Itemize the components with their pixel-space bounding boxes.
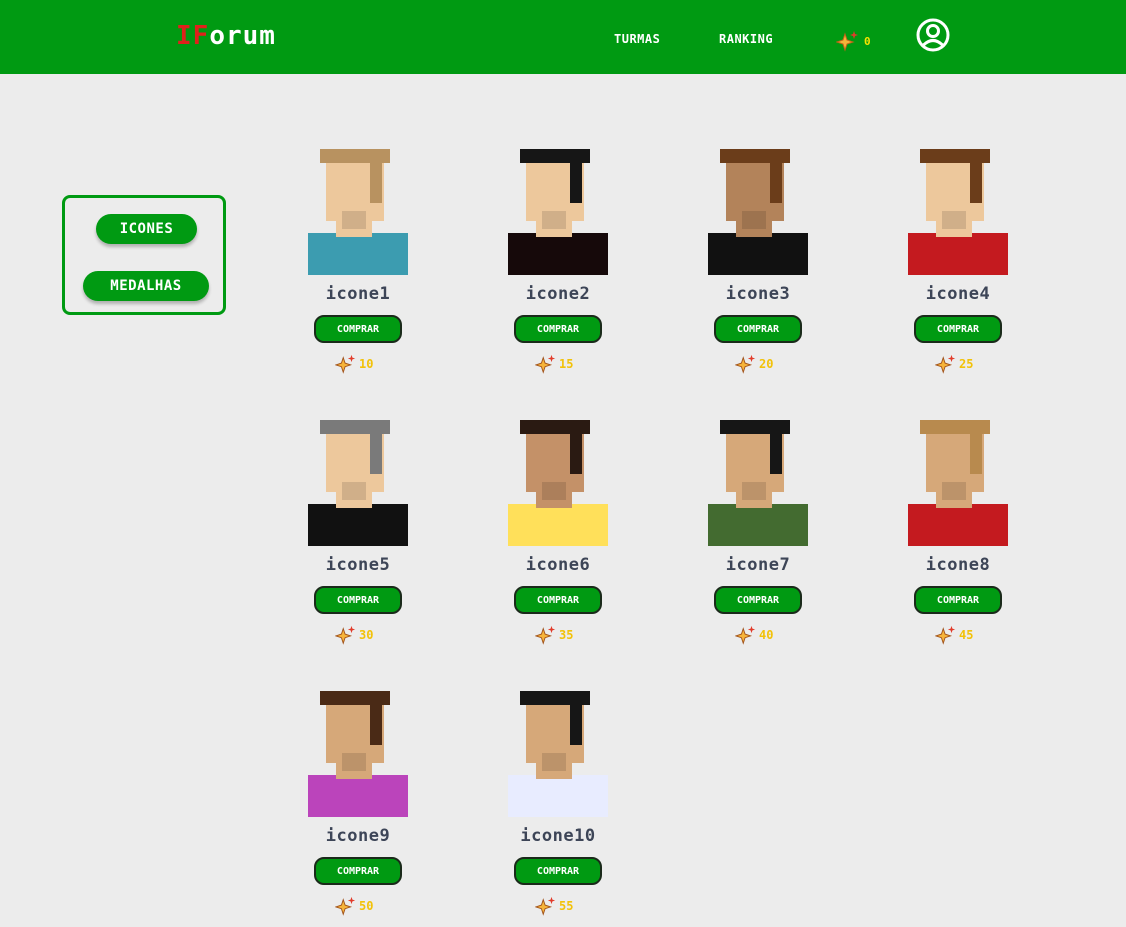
comprar-button[interactable]: COMPRAR [314, 857, 402, 885]
sparkle-icon [735, 354, 756, 374]
icon-name: icone4 [925, 284, 991, 304]
coin-balance: 0 [836, 28, 871, 54]
avatar-image [508, 149, 608, 275]
icon-card: icone1 COMPRAR 10 [258, 145, 458, 385]
icon-card: icone7 COMPRAR 40 [658, 416, 858, 656]
avatar-image [908, 149, 1008, 275]
comprar-button[interactable]: COMPRAR [914, 586, 1002, 614]
price-tag: 55 [535, 895, 573, 917]
sparkle-icon [335, 625, 356, 645]
avatar-image [708, 149, 808, 275]
avatar-image [908, 420, 1008, 546]
sparkle-icon [836, 31, 858, 52]
sparkle-icon [535, 354, 556, 374]
price-tag: 45 [935, 624, 973, 646]
icon-name: icone8 [925, 555, 991, 575]
comprar-button[interactable]: COMPRAR [714, 586, 802, 614]
avatar-image [308, 149, 408, 275]
price-value: 10 [359, 357, 374, 371]
nav-ranking-link[interactable]: RANKING [719, 30, 773, 48]
comprar-button[interactable]: COMPRAR [514, 857, 602, 885]
comprar-button[interactable]: COMPRAR [314, 315, 402, 343]
icon-name: icone6 [525, 555, 591, 575]
price-value: 25 [959, 357, 974, 371]
icon-card: icone5 COMPRAR 30 [258, 416, 458, 656]
avatar-image [708, 420, 808, 546]
avatar-image [508, 420, 608, 546]
price-tag: 10 [335, 353, 373, 375]
balance-value: 0 [864, 34, 871, 48]
price-value: 55 [559, 899, 574, 913]
medalhas-button[interactable]: MEDALHAS [83, 271, 209, 301]
icon-card: icone10 COMPRAR 55 [458, 687, 658, 927]
icon-name: icone7 [725, 555, 791, 575]
icon-card: icone2 COMPRAR 15 [458, 145, 658, 385]
icon-name: icone1 [325, 284, 391, 304]
icon-name: icone5 [325, 555, 391, 575]
comprar-button[interactable]: COMPRAR [714, 315, 802, 343]
icones-button[interactable]: ICONES [96, 214, 197, 244]
price-value: 30 [359, 628, 374, 642]
comprar-button[interactable]: COMPRAR [514, 586, 602, 614]
sparkle-icon [735, 625, 756, 645]
profile-button[interactable] [915, 17, 951, 53]
logo-part-orum: orum [209, 21, 276, 51]
icon-card: icone8 COMPRAR 45 [858, 416, 1058, 656]
avatar-image [308, 691, 408, 817]
price-tag: 25 [935, 353, 973, 375]
user-circle-icon [916, 18, 950, 52]
price-tag: 35 [535, 624, 573, 646]
icon-card: icone3 COMPRAR 20 [658, 145, 858, 385]
price-value: 35 [559, 628, 574, 642]
price-value: 40 [759, 628, 774, 642]
price-value: 50 [359, 899, 374, 913]
icon-name: icone2 [525, 284, 591, 304]
price-tag: 30 [335, 624, 373, 646]
icon-card: icone6 COMPRAR 35 [458, 416, 658, 656]
sparkle-icon [335, 354, 356, 374]
price-tag: 20 [735, 353, 773, 375]
sparkle-icon [335, 896, 356, 916]
logo[interactable]: IForum [176, 20, 276, 52]
logo-part-if: IF [176, 21, 210, 51]
price-tag: 40 [735, 624, 773, 646]
category-panel: ICONES MEDALHAS [62, 195, 226, 315]
comprar-button[interactable]: COMPRAR [514, 315, 602, 343]
sparkle-icon [535, 625, 556, 645]
nav-turmas-link[interactable]: TURMAS [614, 30, 660, 48]
icon-name: icone3 [725, 284, 791, 304]
comprar-button[interactable]: COMPRAR [314, 586, 402, 614]
price-value: 45 [959, 628, 974, 642]
price-value: 20 [759, 357, 774, 371]
sparkle-icon [535, 896, 556, 916]
top-navbar: IForum TURMAS RANKING 0 [0, 0, 1126, 74]
icon-name: icone9 [325, 826, 391, 846]
icon-name: icone10 [520, 826, 596, 846]
comprar-button[interactable]: COMPRAR [914, 315, 1002, 343]
sparkle-icon [935, 625, 956, 645]
icon-card: icone4 COMPRAR 25 [858, 145, 1058, 385]
avatar-image [308, 420, 408, 546]
sparkle-icon [935, 354, 956, 374]
avatar-image [508, 691, 608, 817]
price-tag: 50 [335, 895, 373, 917]
icon-card: icone9 COMPRAR 50 [258, 687, 458, 927]
price-tag: 15 [535, 353, 573, 375]
price-value: 15 [559, 357, 574, 371]
